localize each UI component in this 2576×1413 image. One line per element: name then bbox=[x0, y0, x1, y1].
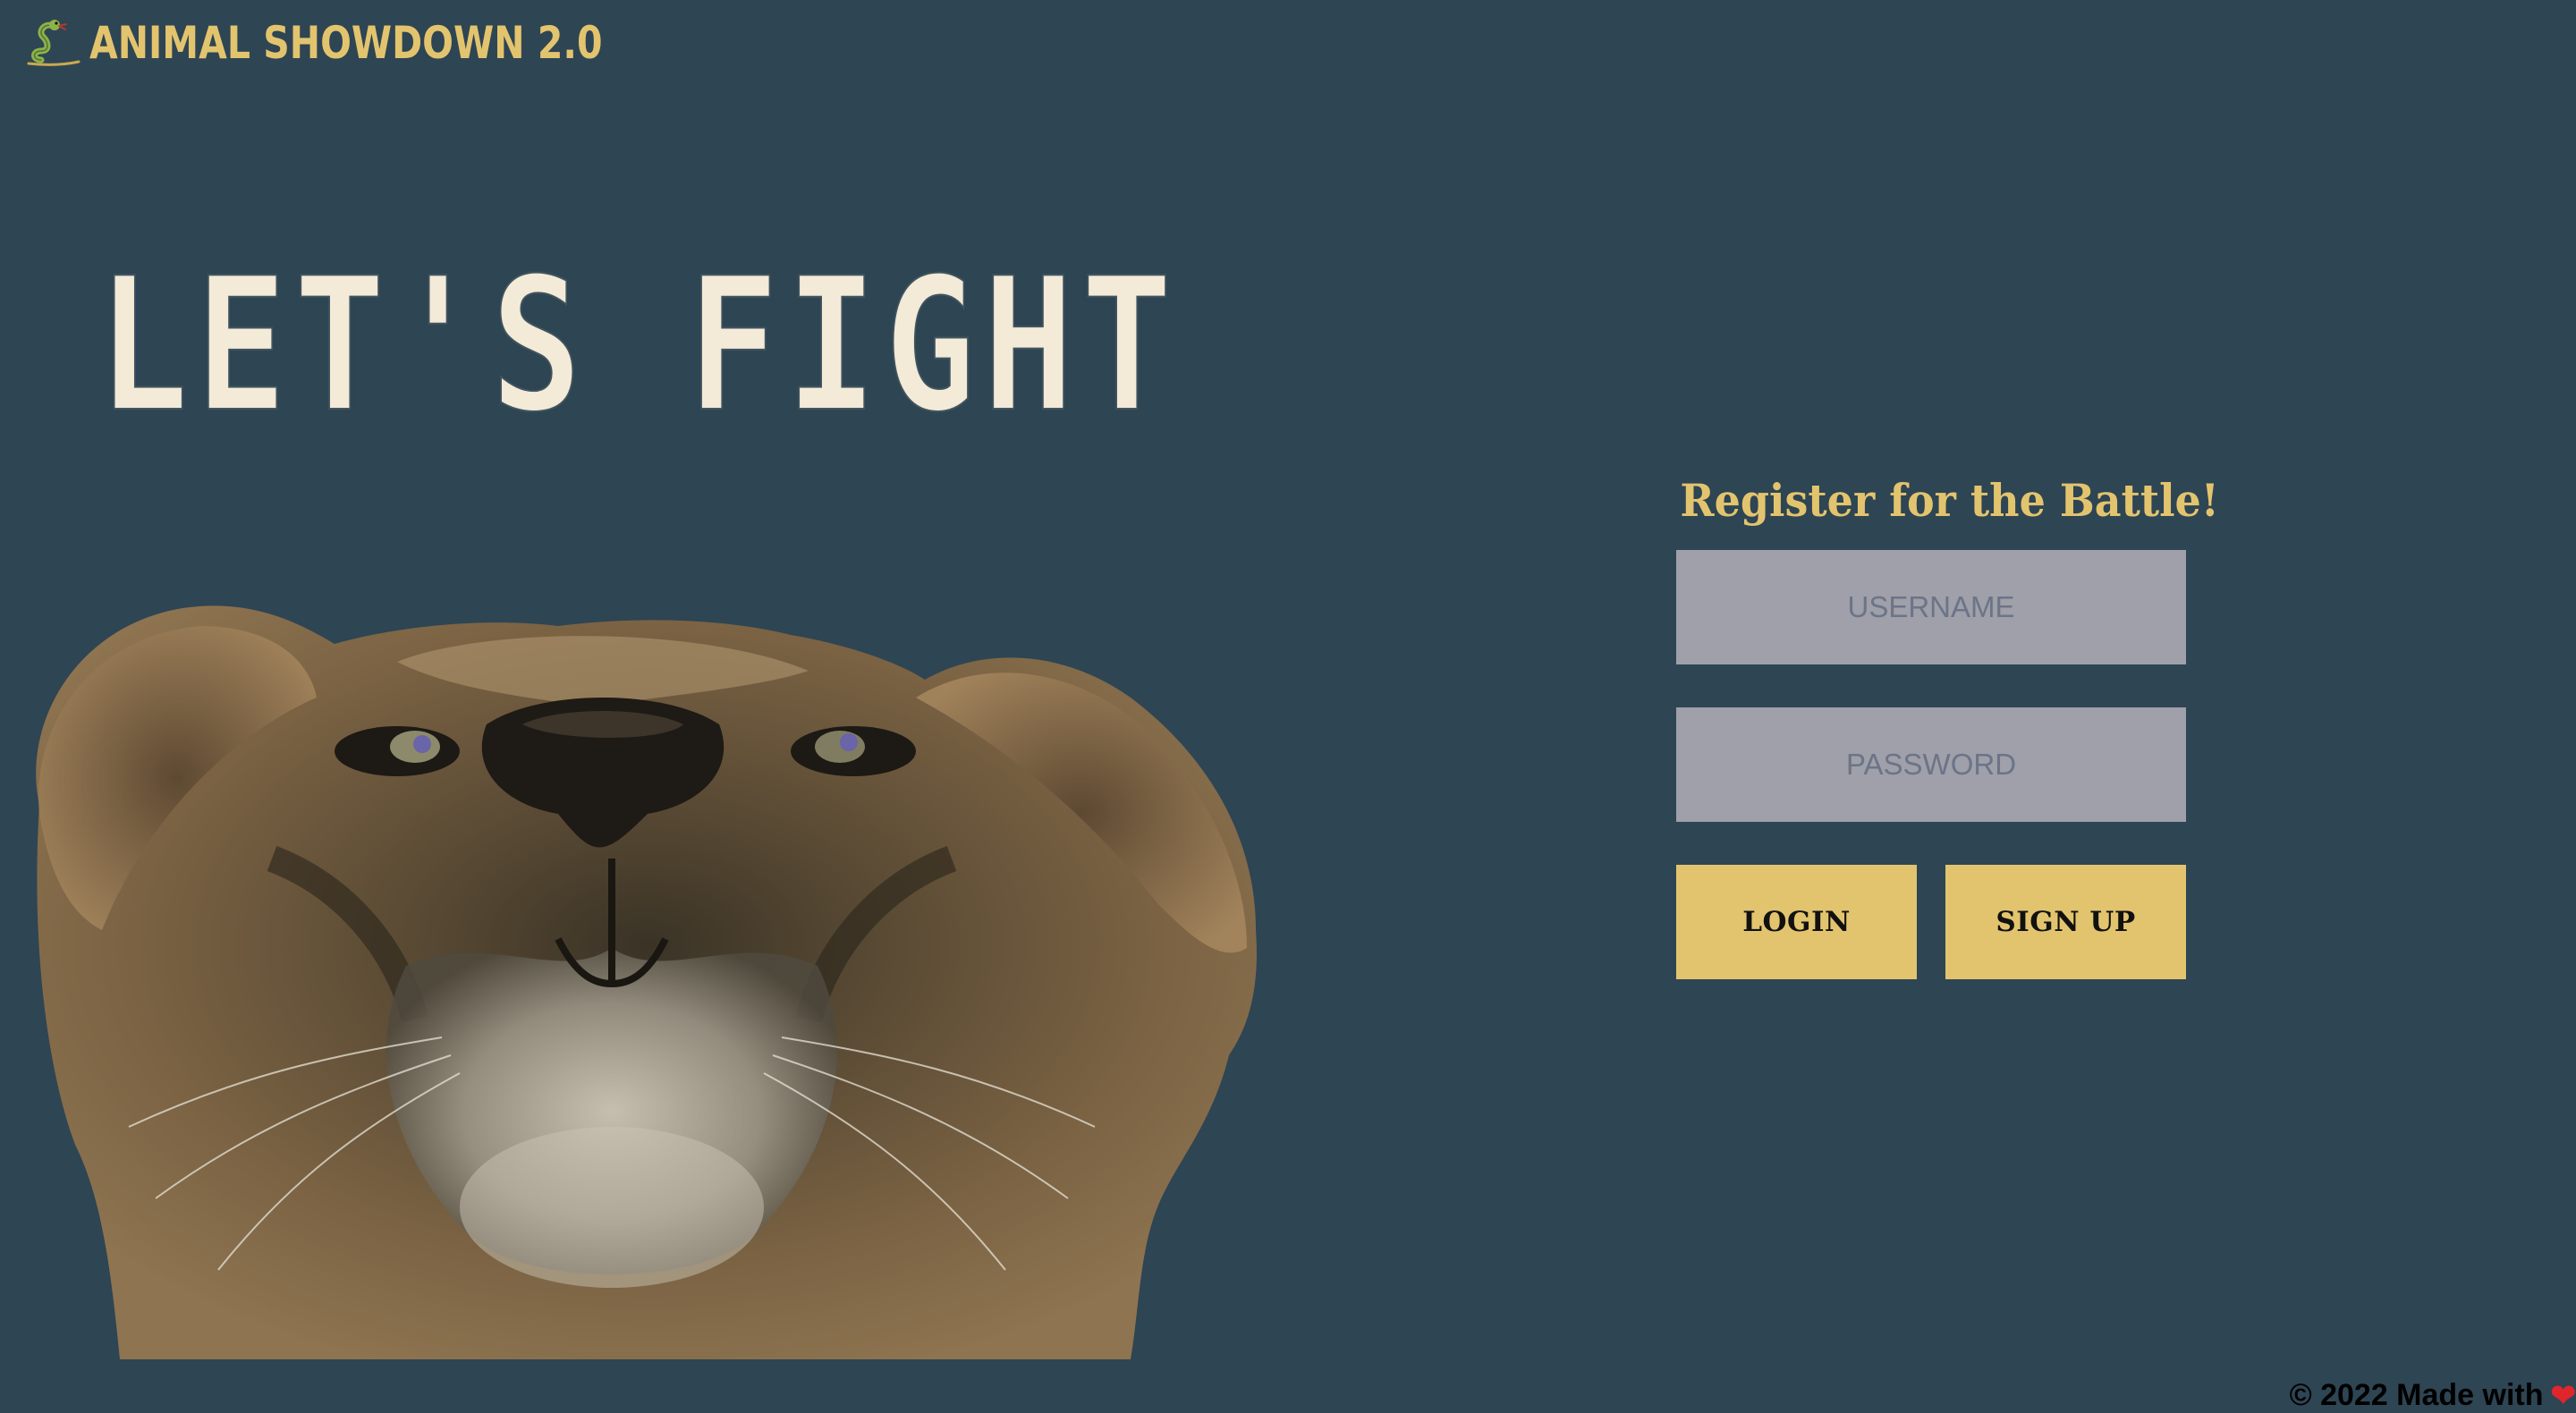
form-buttons: LOGIN SIGN UP bbox=[1676, 865, 2186, 979]
register-form: Register for the Battle! LOGIN SIGN UP bbox=[1676, 474, 2186, 979]
snake-icon bbox=[27, 15, 80, 69]
app-title: ANIMAL SHOWDOWN 2.0 bbox=[89, 17, 602, 69]
password-input[interactable] bbox=[1676, 707, 2186, 822]
lion-face-image bbox=[21, 590, 1265, 1368]
signup-button[interactable]: SIGN UP bbox=[1945, 865, 2186, 979]
username-input[interactable] bbox=[1676, 550, 2186, 664]
brand[interactable]: ANIMAL SHOWDOWN 2.0 bbox=[27, 11, 715, 73]
footer-text: © 2022 Made with bbox=[2290, 1378, 2544, 1413]
headline-inline-stroke: LET'S FIGHT bbox=[97, 241, 1179, 420]
login-button[interactable]: LOGIN bbox=[1676, 865, 1917, 979]
hero-headline: LET'S FIGHT LET'S FIGHT bbox=[97, 241, 1197, 420]
footer: © 2022 Made with ❤ bbox=[2290, 1378, 2576, 1413]
form-title: Register for the Battle! bbox=[1680, 474, 2182, 527]
heart-icon: ❤ bbox=[2551, 1381, 2576, 1411]
